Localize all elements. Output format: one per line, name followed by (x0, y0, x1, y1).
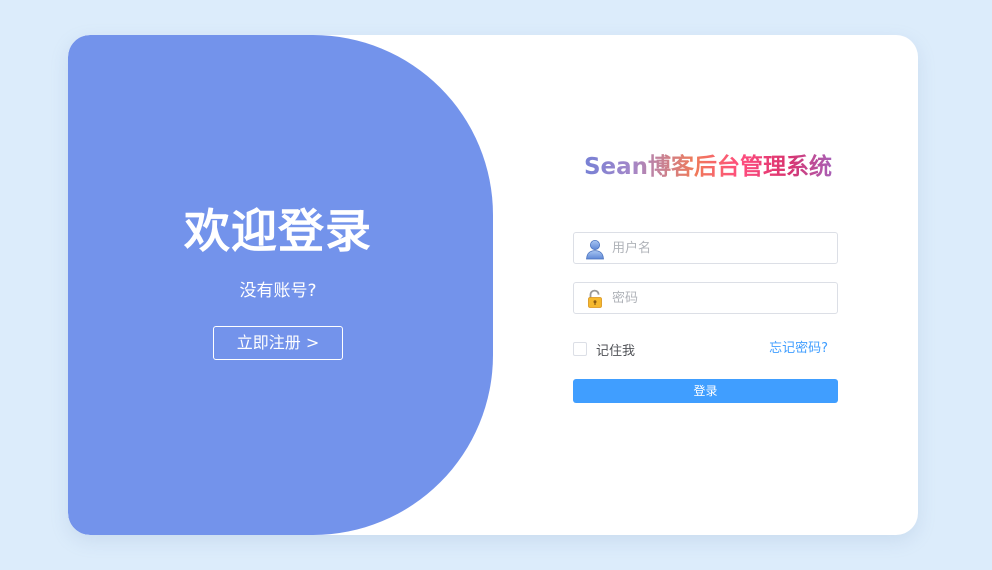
brand-title: Sean博客后台管理系统 (573, 149, 843, 185)
welcome-panel: 欢迎登录 没有账号? 立即注册 > (68, 35, 493, 535)
user-icon (584, 238, 606, 260)
login-button[interactable]: 登录 (573, 379, 838, 403)
username-field[interactable] (573, 232, 838, 264)
no-account-text: 没有账号? (239, 281, 317, 301)
username-input[interactable] (612, 233, 827, 263)
lock-icon (584, 288, 606, 310)
login-card: 欢迎登录 没有账号? 立即注册 > Sean博客后台管理系统 用户名 记住我 忘… (68, 35, 918, 535)
remember-checkbox[interactable] (573, 342, 587, 356)
forgot-password-link[interactable]: 忘记密码? (748, 339, 828, 359)
password-input[interactable] (612, 283, 827, 313)
remember-me[interactable]: 记住我 (573, 339, 635, 359)
welcome-title: 欢迎登录 (184, 204, 372, 258)
register-button[interactable]: 立即注册 > (213, 326, 343, 360)
password-field[interactable] (573, 282, 838, 314)
remember-label: 记住我 (596, 343, 636, 359)
